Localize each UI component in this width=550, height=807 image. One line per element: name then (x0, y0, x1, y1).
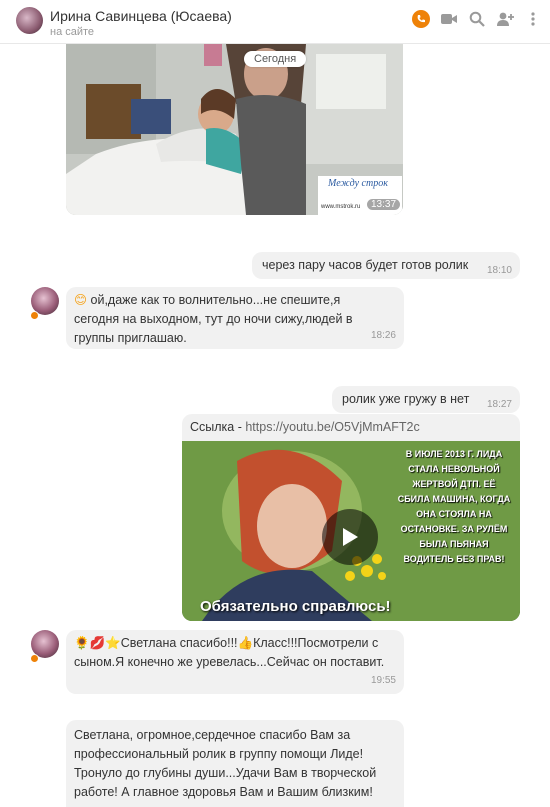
message-text: через пару часов будет готов ролик (262, 258, 469, 272)
incoming-message: Светлана, огромное,сердечное спасибо Вам… (66, 720, 404, 807)
message-time: 18:26 (370, 330, 396, 341)
chat-header: Ирина Савинцева (Юсаева) на сайте (0, 0, 550, 44)
video-overlay-text: В ИЮЛЕ 2013 Г. ЛИДА СТАЛА НЕВОЛЬНОЙ ЖЕРТ… (397, 449, 511, 564)
search-icon (469, 11, 485, 27)
photo-attachment[interactable]: Между строк www.mstrok.ru 13:37 (66, 44, 403, 215)
play-icon (343, 528, 358, 546)
search-button[interactable] (468, 10, 486, 28)
link-url[interactable]: https://youtu.be/O5VjMmAFT2c (245, 420, 419, 434)
online-indicator (30, 654, 39, 663)
play-button[interactable] (322, 509, 378, 565)
smile-emoji: 😊 (74, 293, 88, 307)
video-camera-icon (441, 14, 457, 24)
incoming-message: 🌻💋⭐Светлана спасибо!!!👍Класс!!!Посмотрел… (66, 630, 404, 694)
photo-watermark: Между строк (328, 178, 388, 189)
contact-avatar[interactable] (16, 7, 43, 34)
flower-kiss-star-emoji: 🌻💋⭐ (74, 636, 121, 650)
header-actions (412, 10, 542, 28)
video-thumbnail[interactable]: В ИЮЛЕ 2013 Г. ЛИДА СТАЛА НЕВОЛЬНОЙ ЖЕРТ… (182, 441, 520, 621)
message-time: 18:27 (486, 399, 512, 410)
message-time: 13:37 (367, 199, 401, 210)
message-text: 🌻💋⭐Светлана спасибо!!!👍Класс!!!Посмотрел… (74, 636, 385, 669)
date-separator: Сегодня (244, 51, 307, 67)
call-button[interactable] (412, 10, 430, 28)
add-participant-button[interactable] (496, 10, 514, 28)
incoming-message: 😊 ой,даже как то волнительно...не спешит… (66, 287, 404, 349)
message-time: 18:10 (486, 265, 512, 276)
phone-icon (412, 10, 430, 28)
message-text: Светлана, огромное,сердечное спасибо Вам… (74, 728, 377, 799)
message-text: 😊 ой,даже как то волнительно...не спешит… (74, 293, 353, 345)
contact-status: на сайте (50, 26, 95, 38)
online-indicator (30, 311, 39, 320)
contact-name[interactable]: Ирина Савинцева (Юсаева) (50, 8, 232, 24)
add-user-icon (497, 12, 514, 26)
link-title: Ссылка - https://youtu.be/O5VjMmAFT2c (190, 420, 420, 434)
outgoing-message: через пару часов будет готов ролик 18:10 (252, 252, 520, 279)
photo-watermark-url: www.mstrok.ru (321, 204, 361, 210)
video-caption: Обязательно справлюсь! (200, 598, 391, 615)
message-text: ролик уже гружу в нет (342, 392, 470, 406)
hospital-photo (66, 44, 403, 215)
video-call-button[interactable] (440, 10, 458, 28)
link-preview[interactable]: Ссылка - https://youtu.be/O5VjMmAFT2c В … (182, 414, 520, 621)
more-vertical-icon (531, 12, 535, 26)
message-time: 19:55 (370, 675, 396, 686)
more-button[interactable] (524, 10, 542, 28)
outgoing-message: ролик уже гружу в нет 18:27 (332, 386, 520, 413)
